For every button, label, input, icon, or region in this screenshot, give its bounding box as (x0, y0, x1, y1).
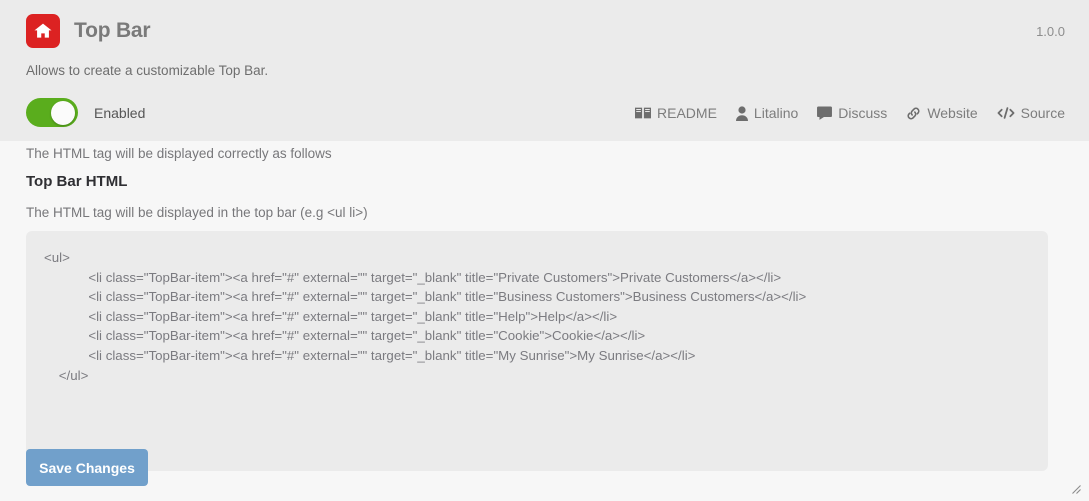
link-source[interactable]: Source (997, 105, 1065, 121)
link-website-label: Website (927, 105, 978, 121)
note-top-text: The HTML tag will be displayed correctly… (26, 146, 332, 161)
field-help-text: The HTML tag will be displayed in the to… (26, 205, 368, 220)
link-discuss[interactable]: Discuss (817, 105, 887, 121)
link-litalino-label: Litalino (753, 105, 799, 121)
top-bar-html-textarea[interactable] (26, 231, 1048, 471)
link-readme-label: README (657, 105, 717, 121)
header-links: README Litalino Discuss Website Source (635, 105, 1065, 121)
textarea-resize-handle[interactable] (1068, 481, 1081, 494)
plugin-description: Allows to create a customizable Top Bar. (26, 63, 269, 78)
link-discuss-label: Discuss (838, 105, 888, 121)
enabled-toggle-row: Enabled (26, 98, 145, 127)
field-title-top-bar-html: Top Bar HTML (26, 173, 128, 190)
toggle-knob (51, 100, 75, 125)
user-icon (735, 105, 748, 121)
book-icon (635, 106, 652, 120)
plugin-header: Top Bar 1.0.0 Allows to create a customi… (0, 0, 1089, 141)
page-title: Top Bar (74, 19, 151, 42)
version-label: 1.0.0 (1036, 24, 1065, 39)
settings-content: The HTML tag will be displayed correctly… (0, 141, 1089, 501)
enabled-toggle[interactable] (26, 98, 78, 127)
link-website[interactable]: Website (906, 105, 978, 121)
link-readme[interactable]: README (635, 105, 717, 121)
code-icon (997, 106, 1015, 120)
plugin-header-top: Top Bar (26, 14, 151, 48)
link-litalino[interactable]: Litalino (735, 105, 799, 121)
save-changes-button[interactable]: Save Changes (26, 449, 148, 486)
link-icon (906, 106, 921, 121)
home-icon (26, 14, 60, 48)
comment-icon (817, 106, 833, 120)
link-source-label: Source (1020, 105, 1065, 121)
enabled-toggle-label: Enabled (94, 104, 146, 121)
